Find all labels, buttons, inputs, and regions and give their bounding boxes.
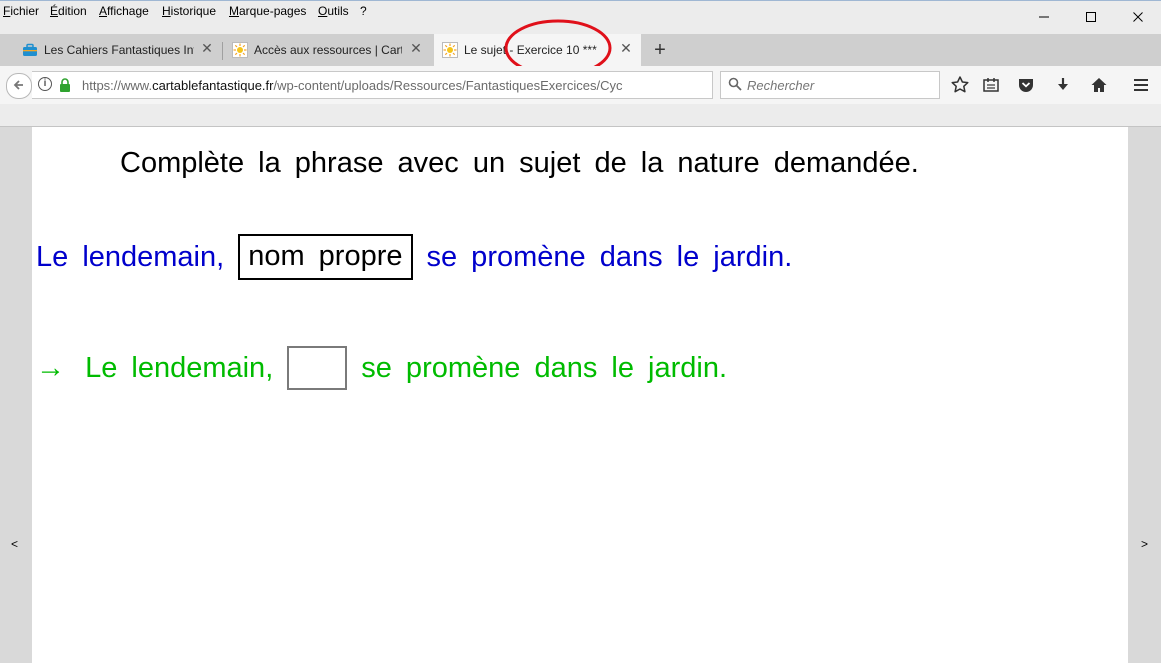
menu-bar: Fichier Édition Affichage Historique Mar…: [0, 0, 900, 24]
sun-icon: [232, 42, 248, 58]
tab-close-icon[interactable]: ✕: [409, 41, 423, 55]
back-arrow-icon: [13, 79, 23, 90]
url-text[interactable]: https://www.cartablefantastique.fr/wp-co…: [82, 78, 662, 93]
menu-historique[interactable]: Historique: [162, 4, 216, 18]
search-icon: [728, 77, 742, 91]
url-scheme: https://www.: [82, 78, 153, 93]
menu-outils[interactable]: Outils: [318, 4, 349, 18]
menu-marque-pages[interactable]: Marque-pages: [229, 4, 306, 18]
briefcase-icon: [23, 43, 37, 56]
search-bar[interactable]: [720, 71, 940, 99]
tab-label: Accès aux ressources | Cartal: [254, 43, 402, 57]
search-input[interactable]: [747, 76, 927, 94]
answer-arrow: →: [36, 351, 65, 384]
menu-fichier[interactable]: Fichier: [3, 4, 39, 18]
browser-chrome: Fichier Édition Affichage Historique Mar…: [0, 0, 1161, 127]
url-bar[interactable]: i https://www.cartablefantastique.fr/wp-…: [32, 71, 733, 99]
sentence-start: Le lendemain,: [36, 240, 225, 273]
reading-list-icon[interactable]: [981, 75, 1001, 95]
navigation-bar: i https://www.cartablefantastique.fr/wp-…: [0, 66, 1161, 104]
info-icon[interactable]: i: [38, 77, 52, 91]
tab-close-icon[interactable]: ✕: [200, 41, 214, 55]
answer-start: Le lendemain,: [85, 351, 274, 384]
url-host: cartablefantastique.fr: [152, 78, 274, 93]
maximize-icon: [1086, 12, 1096, 23]
page-viewport: < > Complète la phrase avec un sujet de …: [0, 127, 1161, 663]
tab-cahiers-fantastiques[interactable]: Les Cahiers Fantastiques Inte ✕: [14, 34, 219, 66]
sentence-end: se promène dans le jardin.: [426, 240, 793, 273]
hamburger-menu-icon[interactable]: [1131, 75, 1151, 95]
sun-icon: [442, 42, 458, 58]
url-path: /wp-content/uploads/Ressources/Fantastiq…: [273, 78, 623, 93]
exercise-page: Complète la phrase avec un sujet de la n…: [32, 127, 1128, 663]
previous-page-button[interactable]: <: [11, 537, 18, 551]
sentence-line: Le lendemain, nom propre se promène dans l…: [36, 234, 792, 282]
bookmark-star-icon[interactable]: [950, 75, 970, 95]
tab-acces-ressources[interactable]: Accès aux ressources | Cartal ✕: [224, 34, 430, 66]
maximize-button[interactable]: [1068, 0, 1114, 32]
minimize-icon: [1039, 16, 1049, 18]
back-button[interactable]: [6, 73, 32, 99]
pocket-icon[interactable]: [1016, 75, 1036, 95]
answer-line: → Le lendemain, se promène dans le jardin…: [36, 346, 727, 394]
close-window-button[interactable]: [1115, 0, 1161, 32]
answer-end: se promène dans le jardin.: [361, 351, 728, 384]
download-icon[interactable]: [1053, 75, 1073, 95]
lock-icon[interactable]: [59, 78, 71, 92]
menu-edition[interactable]: Édition: [50, 4, 87, 18]
menu-affichage[interactable]: Affichage: [99, 4, 149, 18]
home-icon[interactable]: [1089, 75, 1109, 95]
minimize-button[interactable]: [1021, 0, 1067, 32]
exercise-instruction: Complète la phrase avec un sujet de la n…: [120, 147, 919, 179]
tab-label: Les Cahiers Fantastiques Inte: [44, 43, 194, 57]
tab-divider: [222, 42, 223, 60]
subject-nature-box: nom propre: [238, 234, 413, 280]
answer-input[interactable]: [287, 346, 348, 390]
menu-help[interactable]: ?: [360, 4, 367, 18]
new-tab-button[interactable]: +: [651, 40, 669, 60]
window-controls: [1021, 0, 1161, 32]
tab-close-icon[interactable]: ✕: [619, 41, 633, 55]
tab-bar: Les Cahiers Fantastiques Inte ✕ Accès au…: [0, 19, 1161, 77]
close-icon: [1133, 12, 1143, 23]
next-page-button[interactable]: >: [1141, 537, 1148, 551]
